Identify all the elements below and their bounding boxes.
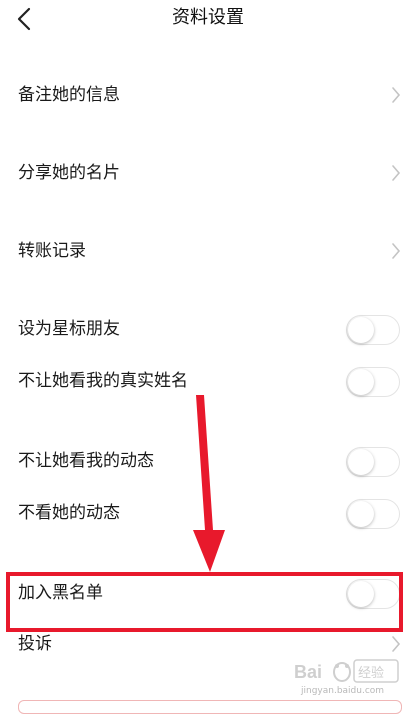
toggle-knob xyxy=(348,449,374,475)
hide-real-name-toggle[interactable] xyxy=(346,367,400,397)
row-transfer-records-label: 转账记录 xyxy=(18,241,86,261)
row-hide-moments-label: 不让她看我的动态 xyxy=(18,451,154,471)
row-mute-moments-label: 不看她的动态 xyxy=(18,503,120,523)
row-star-friend: 设为星标朋友 xyxy=(0,303,416,355)
toggle-knob xyxy=(348,501,374,527)
row-hide-real-name-label: 不让她看我的真实姓名 xyxy=(18,371,188,391)
toggle-knob xyxy=(348,369,374,395)
row-report-label: 投诉 xyxy=(18,634,52,654)
chevron-right-icon xyxy=(392,636,401,652)
watermark-text: jingyan.baidu.com xyxy=(301,686,385,696)
chevron-right-icon xyxy=(392,243,401,259)
hide-moments-toggle[interactable] xyxy=(346,447,400,477)
header: 资料设置 xyxy=(0,0,416,40)
svg-text:经验: 经验 xyxy=(358,665,384,681)
star-friend-toggle[interactable] xyxy=(346,315,400,345)
row-star-friend-label: 设为星标朋友 xyxy=(18,319,120,339)
page-title: 资料设置 xyxy=(172,7,244,28)
chevron-right-icon xyxy=(392,165,401,181)
row-share-card[interactable]: 分享她的名片 xyxy=(0,147,416,199)
annotation-arrow xyxy=(193,395,225,572)
toggle-knob xyxy=(348,317,374,343)
row-transfer-records[interactable]: 转账记录 xyxy=(0,225,416,277)
svg-text:Bai: Bai xyxy=(294,662,322,682)
chevron-right-icon xyxy=(392,87,401,103)
bottom-button-edge[interactable] xyxy=(18,700,402,714)
highlight-box xyxy=(6,572,403,632)
row-remark-label: 备注她的信息 xyxy=(18,85,120,105)
row-remark[interactable]: 备注她的信息 xyxy=(0,69,416,121)
row-share-card-label: 分享她的名片 xyxy=(18,163,120,183)
mute-moments-toggle[interactable] xyxy=(346,499,400,529)
